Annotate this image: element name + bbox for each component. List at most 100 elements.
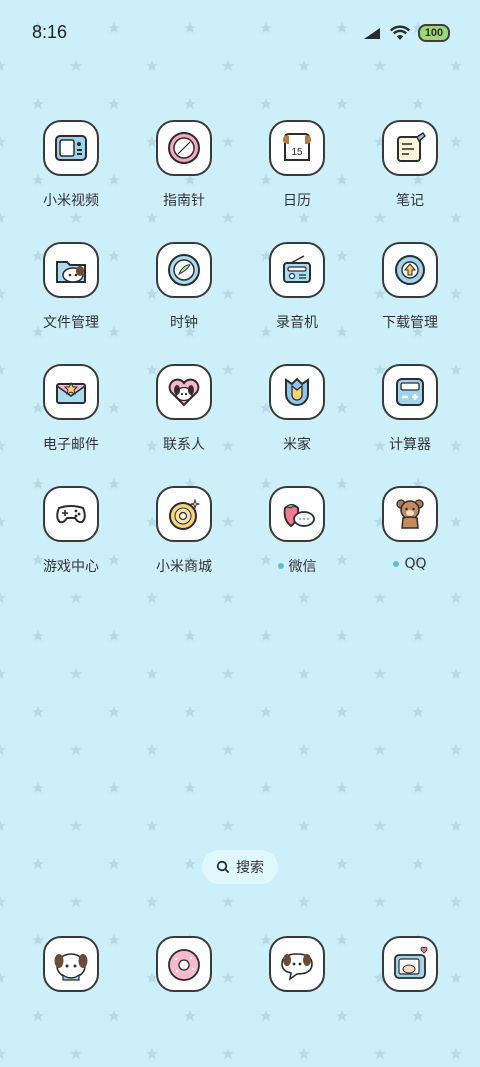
background-star [298, 1048, 310, 1060]
background-star [336, 934, 348, 946]
background-star [412, 782, 424, 794]
app-download-manager[interactable]: 下载管理 [354, 240, 466, 340]
background-star [298, 592, 310, 604]
app-game-center[interactable]: 游戏中心 [15, 484, 127, 584]
background-star [32, 98, 44, 110]
dog-phone-icon [54, 953, 88, 981]
background-star [222, 668, 234, 680]
clock-icon [156, 242, 212, 298]
background-star [222, 744, 234, 756]
background-star [0, 212, 6, 224]
app-contacts[interactable]: 联系人 [128, 362, 240, 462]
dock-dog-chat[interactable] [269, 936, 325, 992]
app-calculator[interactable]: 计算器 [354, 362, 466, 462]
background-star [260, 1010, 272, 1022]
background-star [146, 668, 158, 680]
radio-icon [269, 242, 325, 298]
background-star [146, 1048, 158, 1060]
background-star [32, 630, 44, 642]
background-star [32, 706, 44, 718]
background-star [374, 1048, 386, 1060]
background-star [108, 98, 120, 110]
background-star [222, 820, 234, 832]
background-star [184, 782, 196, 794]
app-qq[interactable]: QQ [354, 484, 466, 584]
background-star [298, 896, 310, 908]
app-recorder[interactable]: 录音机 [241, 240, 353, 340]
battery-level: 100 [424, 27, 444, 39]
background-star [0, 136, 6, 148]
camera-icon [394, 946, 428, 979]
app-file-manager[interactable]: 文件管理 [15, 240, 127, 340]
status-icons: 100 [362, 24, 450, 42]
background-star [0, 744, 6, 756]
dock-camera[interactable] [382, 936, 438, 992]
background-star [32, 782, 44, 794]
background-star [260, 98, 272, 110]
background-star [374, 820, 386, 832]
background-star [146, 896, 158, 908]
background-star [0, 288, 6, 300]
app-label: QQ [404, 556, 427, 572]
background-star [374, 668, 386, 680]
tv-icon [43, 120, 99, 176]
app-label: 时钟 [170, 315, 198, 331]
dog-chat-icon [281, 953, 313, 981]
background-star [222, 1048, 234, 1060]
app-label: 下载管理 [382, 315, 438, 331]
background-star [32, 934, 44, 946]
background-star [184, 706, 196, 718]
calculator-icon [382, 364, 438, 420]
wifi-icon [390, 25, 410, 40]
app-wechat[interactable]: 微信 [241, 484, 353, 584]
background-star [260, 630, 272, 642]
background-star [0, 896, 6, 908]
background-star [336, 782, 348, 794]
bear-icon [382, 486, 438, 542]
app-email[interactable]: 电子邮件 [15, 362, 127, 462]
app-compass[interactable]: 指南针 [128, 118, 240, 218]
background-star [222, 972, 234, 984]
app-mijia[interactable]: 米家 [241, 362, 353, 462]
status-bar: 8:16 100 [0, 0, 480, 64]
background-star [32, 1010, 44, 1022]
app-clock[interactable]: 时钟 [128, 240, 240, 340]
background-star [108, 782, 120, 794]
app-label: 米家 [283, 437, 311, 453]
status-time: 8:16 [32, 22, 68, 42]
background-star [70, 1048, 82, 1060]
heart-dog-icon [156, 364, 212, 420]
gamepad-icon [43, 486, 99, 542]
background-star [0, 592, 6, 604]
background-star [336, 98, 348, 110]
background-star [108, 1010, 120, 1022]
background-star [298, 668, 310, 680]
dock-pink-donut[interactable] [156, 936, 212, 992]
tulip-icon [269, 364, 325, 420]
app-mi-store[interactable]: 小米商城 [128, 484, 240, 584]
dock-dog-phone[interactable] [43, 936, 99, 992]
battery-indicator: 100 [418, 24, 450, 42]
search-button[interactable]: 搜索 [202, 850, 278, 884]
background-star [0, 668, 6, 680]
app-mi-video[interactable]: 小米视频 [15, 118, 127, 218]
background-star [298, 744, 310, 756]
background-star [298, 820, 310, 832]
background-star [0, 364, 6, 376]
background-star [108, 934, 120, 946]
background-star [336, 706, 348, 718]
app-label: 小米视频 [43, 193, 99, 209]
background-star [184, 630, 196, 642]
background-star [222, 896, 234, 908]
calendar-date: 15 [291, 147, 303, 158]
search-label: 搜索 [236, 860, 264, 876]
background-star [108, 858, 120, 870]
app-calendar[interactable]: 15 日历 [241, 118, 353, 218]
background-star [146, 744, 158, 756]
background-star [374, 592, 386, 604]
background-star [374, 896, 386, 908]
app-notes[interactable]: 笔记 [354, 118, 466, 218]
background-star [412, 706, 424, 718]
app-label: 小米商城 [156, 559, 212, 575]
background-star [336, 858, 348, 870]
